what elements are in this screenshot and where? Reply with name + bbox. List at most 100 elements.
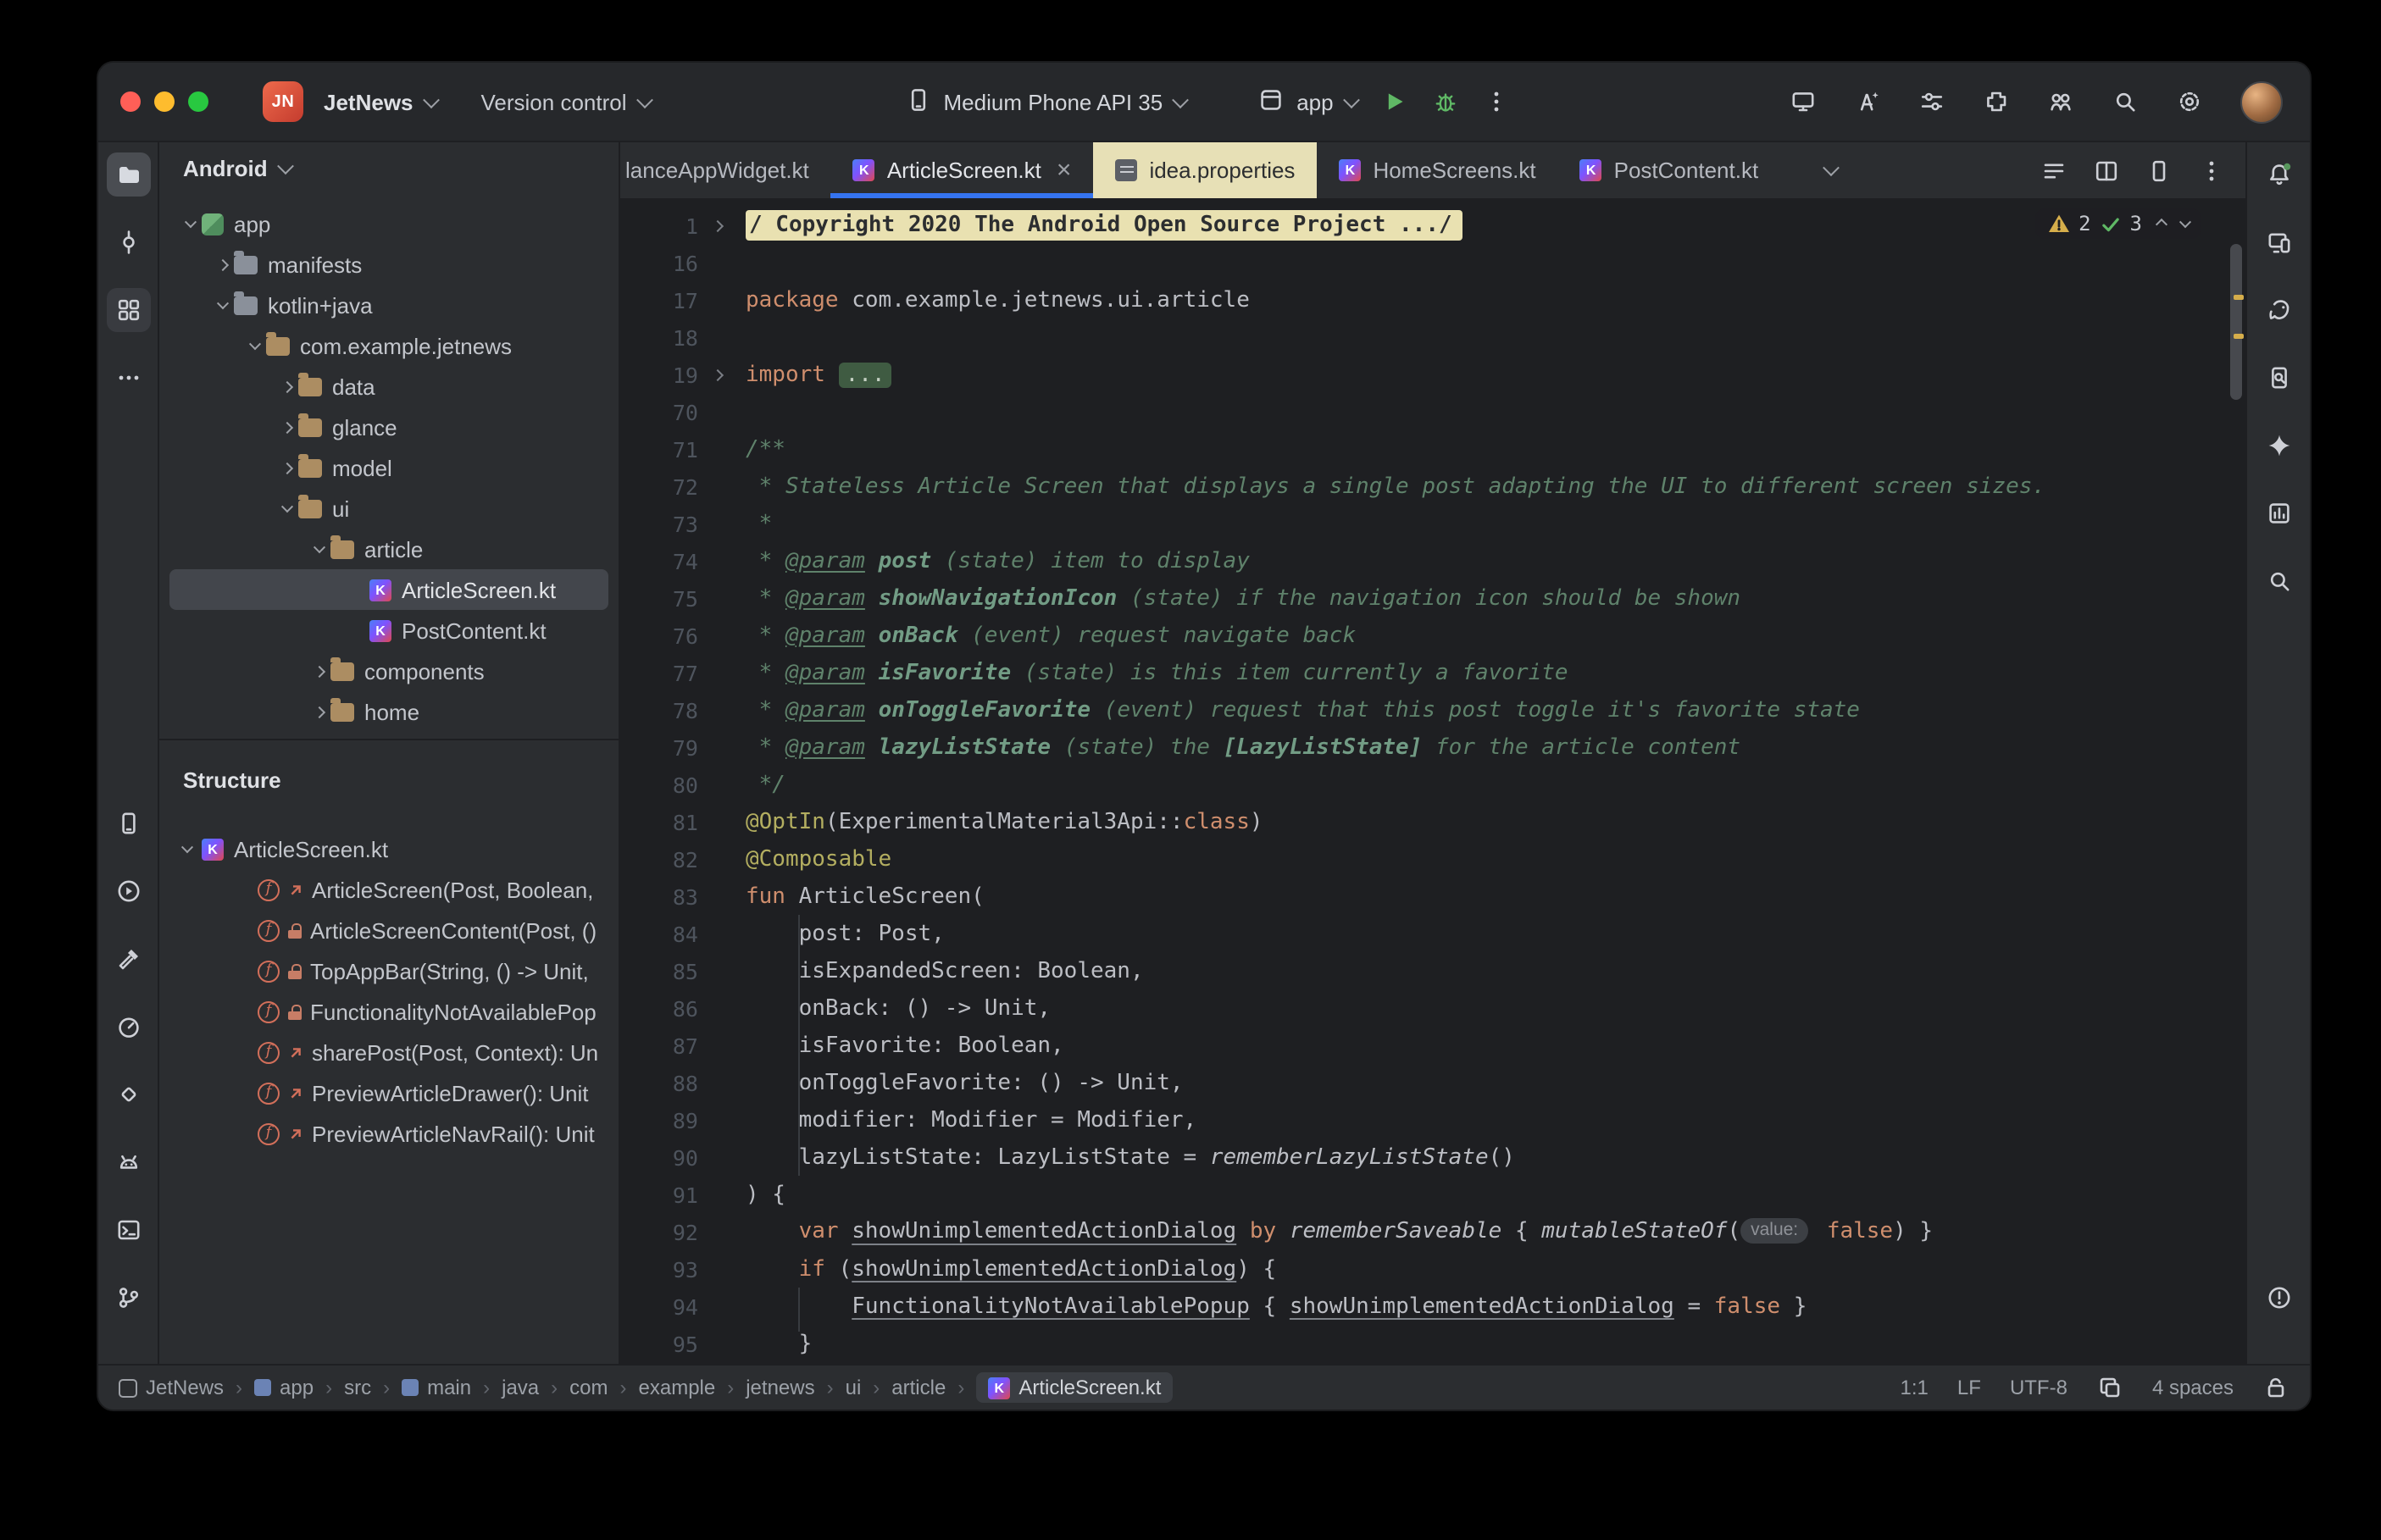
previous-issue-icon[interactable] <box>2155 217 2168 230</box>
chevron-right-icon[interactable] <box>216 258 230 271</box>
chevron-down-icon[interactable] <box>248 337 262 350</box>
project-tree-item-glance[interactable]: glance <box>169 407 608 447</box>
breadcrumb-example[interactable]: example <box>639 1376 716 1399</box>
breadcrumb-jetnews[interactable]: jetnews <box>746 1376 814 1399</box>
inspection-widget[interactable]: 2 3 <box>2034 208 2201 239</box>
close-window-button[interactable] <box>120 91 141 112</box>
device-explorer-icon[interactable] <box>2256 356 2301 400</box>
tab-lanceappwidget-kt[interactable]: lanceAppWidget.kt <box>620 142 831 198</box>
chevron-down-icon[interactable] <box>216 296 230 309</box>
chevron-right-icon[interactable] <box>280 420 294 434</box>
code-line-89[interactable]: 89 modifier: Modifier = Modifier, <box>620 1101 2245 1138</box>
app-quality-insights-icon[interactable] <box>106 1072 150 1116</box>
code-line-16[interactable]: 16 <box>620 244 2245 281</box>
code-line-92[interactable]: 92 var showUnimplementedActionDialog by … <box>620 1213 2245 1250</box>
run-button[interactable] <box>1381 88 1408 115</box>
structure-item-articlescreen-post-boolean[interactable]: f ArticleScreen(Post, Boolean, <box>159 869 619 910</box>
code-line-75[interactable]: 75 * @param showNavigationIcon (state) i… <box>620 579 2245 617</box>
code-line-93[interactable]: 93 if (showUnimplementedActionDialog) { <box>620 1250 2245 1288</box>
notifications-icon[interactable] <box>2256 152 2301 197</box>
tab-idea-properties[interactable]: idea.properties <box>1093 142 1318 198</box>
chevron-down-icon[interactable] <box>313 540 326 553</box>
device-selector[interactable]: Medium Phone API 35 <box>905 86 1190 118</box>
fold-arrow-icon[interactable] <box>710 219 724 232</box>
tab-articlescreen-kt[interactable]: K ArticleScreen.kt × <box>830 142 1094 198</box>
code-line-91[interactable]: 91) { <box>620 1176 2245 1213</box>
chevron-right-icon[interactable] <box>280 461 294 474</box>
code-line-72[interactable]: 72 * Stateless Article Screen that displ… <box>620 468 2245 505</box>
warning-stripe-mark[interactable] <box>2234 295 2244 300</box>
close-tab-icon[interactable]: × <box>1057 158 1072 183</box>
code-line-86[interactable]: 86 onBack: () -> Unit, <box>620 989 2245 1027</box>
more-run-options-icon[interactable] <box>1483 88 1510 115</box>
run-configuration-selector[interactable]: app <box>1257 86 1360 118</box>
breadcrumb-article[interactable]: article <box>891 1376 946 1399</box>
version-control-icon[interactable] <box>106 1276 150 1320</box>
breadcrumb-java[interactable]: java <box>502 1376 539 1399</box>
debug-button[interactable] <box>1432 88 1459 115</box>
device-preview-icon[interactable] <box>2145 157 2173 184</box>
project-tree-item-item[interactable] <box>169 732 608 739</box>
code-line-70[interactable]: 70 <box>620 393 2245 430</box>
search-everywhere-icon[interactable] <box>2112 88 2139 115</box>
project-tree-item-app[interactable]: app <box>169 203 608 244</box>
code-line-85[interactable]: 85 isExpandedScreen: Boolean, <box>620 952 2245 989</box>
line-separator[interactable]: LF <box>1957 1376 1981 1399</box>
project-tree-item-home[interactable]: home <box>169 691 608 732</box>
project-tree-item-articlescreen-kt[interactable]: K ArticleScreen.kt <box>169 569 608 610</box>
project-tree-item-com-example-jetnews[interactable]: com.example.jetnews <box>169 325 608 366</box>
code-line-76[interactable]: 76 * @param onBack (event) request navig… <box>620 617 2245 654</box>
code-editor[interactable]: 1 / Copyright 2020 The Android Open Sourc… <box>620 200 2245 1364</box>
code-line-90[interactable]: 90 lazyListState: LazyListState = rememb… <box>620 1138 2245 1176</box>
device-mirroring-icon[interactable] <box>1790 88 1817 115</box>
commit-icon[interactable] <box>106 220 150 264</box>
code-line-78[interactable]: 78 * @param onToggleFavorite (event) req… <box>620 691 2245 728</box>
project-panel-header[interactable]: Android <box>159 142 619 193</box>
logcat-icon[interactable] <box>106 1140 150 1184</box>
code-line-83[interactable]: 83 fun ArticleScreen( <box>620 878 2245 915</box>
minimize-window-button[interactable] <box>154 91 175 112</box>
zoom-window-button[interactable] <box>188 91 208 112</box>
project-tree-item-manifests[interactable]: manifests <box>169 244 608 285</box>
code-line-81[interactable]: 81 @OptIn(ExperimentalMaterial3Api::class… <box>620 803 2245 840</box>
breadcrumb-jetnews[interactable]: JetNews <box>119 1376 224 1399</box>
code-line-80[interactable]: 80 */ <box>620 766 2245 803</box>
code-line-84[interactable]: 84 post: Post, <box>620 915 2245 952</box>
project-tree-item-kotlin-java[interactable]: kotlin+java <box>169 285 608 325</box>
project-tree-item-model[interactable]: model <box>169 447 608 488</box>
chevron-down-icon[interactable] <box>184 215 197 228</box>
user-avatar[interactable] <box>2240 80 2283 123</box>
project-tree-item-article[interactable]: article <box>169 529 608 569</box>
structure-item-previewarticledrawer-unit[interactable]: f PreviewArticleDrawer(): Unit <box>159 1072 619 1113</box>
caret-position[interactable]: 1:1 <box>1901 1376 1929 1399</box>
device-manager-icon[interactable] <box>106 801 150 845</box>
find-icon[interactable] <box>2256 559 2301 603</box>
structure-item-sharepost-post-context-un[interactable]: f sharePost(Post, Context): Un <box>159 1032 619 1072</box>
split-editor-icon[interactable] <box>2093 157 2120 184</box>
terminal-icon[interactable] <box>106 1208 150 1252</box>
build-icon[interactable] <box>106 937 150 981</box>
chevron-right-icon[interactable] <box>313 705 326 718</box>
problems-icon[interactable] <box>2256 1276 2301 1320</box>
tab-homescreens-kt[interactable]: K HomeScreens.kt <box>1317 142 1557 198</box>
chevron-down-icon[interactable] <box>280 500 294 512</box>
breadcrumb-src[interactable]: src <box>344 1376 371 1399</box>
project-tree-item-postcontent-kt[interactable]: K PostContent.kt <box>169 610 608 651</box>
code-line-87[interactable]: 87 isFavorite: Boolean, <box>620 1027 2245 1064</box>
code-line-95[interactable]: 95 } <box>620 1325 2245 1362</box>
hidden-tabs-chevron[interactable] <box>1822 142 1840 198</box>
project-folder-icon[interactable] <box>106 152 150 197</box>
ai-assistant-icon[interactable] <box>1854 88 1881 115</box>
settings-sliders-icon[interactable] <box>1918 88 1945 115</box>
tab-postcontent-kt[interactable]: K PostContent.kt <box>1558 142 1781 198</box>
structure-item-topappbar-string-unit[interactable]: f TopAppBar(String, () -> Unit, <box>159 950 619 991</box>
structure-item-previewarticlenavrail-unit[interactable]: f PreviewArticleNavRail(): Unit <box>159 1113 619 1154</box>
run-icon[interactable] <box>106 869 150 913</box>
structure-item-articlescreencontent-post[interactable]: f ArticleScreenContent(Post, () <box>159 910 619 950</box>
structure-item-functionalitynotavailablepop[interactable]: f FunctionalityNotAvailablePop <box>159 991 619 1032</box>
project-tree-item-data[interactable]: data <box>169 366 608 407</box>
breadcrumb-com[interactable]: com <box>569 1376 608 1399</box>
gemini-icon[interactable] <box>2256 424 2301 468</box>
code-line-19[interactable]: 19 import ... <box>620 356 2245 393</box>
code-line-74[interactable]: 74 * @param post (state) item to display <box>620 542 2245 579</box>
